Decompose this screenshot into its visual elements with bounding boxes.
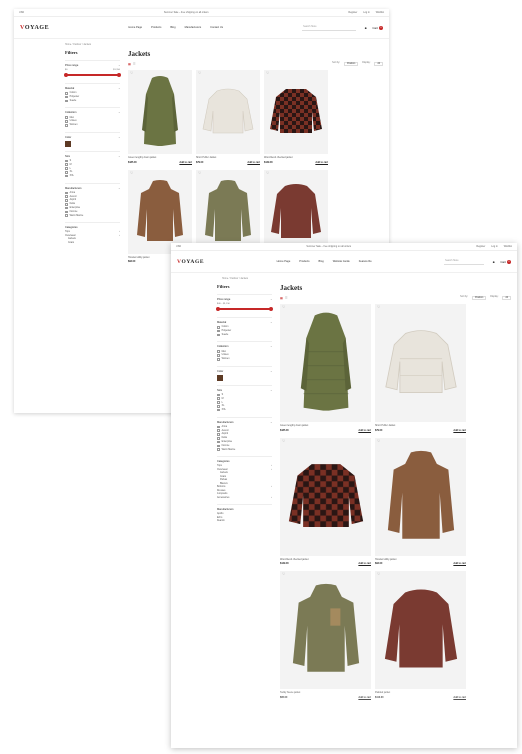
breadcrumb: Home / Outdoor / Jackets	[222, 278, 249, 280]
wishlist-heart-icon[interactable]: ♡	[377, 305, 380, 309]
currency-select[interactable]: USD	[19, 11, 24, 14]
site-header: VOYAGE Home Page Products Blog Manufactu…	[14, 17, 389, 39]
product-card[interactable]: ♡ Green lengthy down jacket $185.00 Add t…	[128, 70, 192, 164]
nav-feature[interactable]: Feature Re	[359, 260, 372, 263]
wishlist-heart-icon[interactable]: ♡	[266, 71, 269, 75]
nav-home[interactable]: Home Page	[128, 26, 142, 29]
account-icon[interactable]: ☻	[364, 26, 367, 30]
list-view-icon[interactable]: ☰	[285, 296, 288, 300]
wishlist-heart-icon[interactable]: ♡	[282, 305, 285, 309]
wishlist-heart-icon[interactable]: ♡	[282, 572, 285, 576]
nav-blog[interactable]: Blog	[319, 260, 324, 263]
register-link[interactable]: Register	[476, 245, 485, 248]
search-input[interactable]: Search Store	[302, 24, 357, 31]
wishlist-heart-icon[interactable]: ♡	[266, 171, 269, 175]
product-listing: Jackets ▦ ☰ Sort by: Position Display: 24 ♡…	[120, 50, 383, 263]
sort-select[interactable]: Position	[344, 62, 359, 66]
product-card[interactable]: ♡ Green lengthy down jacket $185.00 Add t…	[280, 304, 371, 432]
nav-contact[interactable]: Contact Us	[210, 26, 223, 29]
site-logo[interactable]: VOYAGE	[177, 259, 204, 265]
page-title: Jackets	[280, 284, 303, 292]
main-nav: Home Page Products Blog Website Guide Fe…	[204, 260, 444, 263]
display-select[interactable]: 24	[374, 62, 383, 66]
cart-button[interactable]: Cart 0	[500, 259, 511, 264]
login-link[interactable]: Log in	[491, 245, 498, 248]
product-card[interactable]: ♡ Teddy fleece jacket $65.00Add to cart	[280, 571, 371, 699]
promo-text: Summer Sale – free shipping on all order…	[306, 245, 352, 248]
filters-title: Filters	[65, 50, 78, 55]
wishlist-heart-icon[interactable]: ♡	[282, 439, 285, 443]
nav-home[interactable]: Home Page	[277, 260, 291, 263]
page-title: Jackets	[128, 50, 151, 58]
filters-sidebar: Filters Price range − $40 – $1,150 Materi…	[177, 284, 273, 699]
register-link[interactable]: Register	[348, 11, 357, 14]
filters-sidebar: Filters Price range − $0 $1,150 Material − …	[20, 50, 121, 263]
login-link[interactable]: Log in	[363, 11, 370, 14]
wishlist-heart-icon[interactable]: ♡	[198, 71, 201, 75]
wishlist-link[interactable]: Wishlist	[504, 245, 512, 248]
nav-website-guide[interactable]: Website Guide	[333, 260, 350, 263]
currency-select[interactable]: USD	[176, 245, 181, 248]
product-card[interactable]: ♡ Hooded utility jacket $92.00Add to car…	[375, 437, 466, 565]
main-nav: Home Page Products Blog Manufacturers Co…	[49, 26, 302, 29]
front-page-screenshot: USD Summer Sale – free shipping on all o…	[171, 243, 517, 748]
wishlist-heart-icon[interactable]: ♡	[198, 171, 201, 175]
product-card[interactable]: ♡ Short Puffer Jacket $79.00 Add to cart	[196, 70, 260, 164]
color-swatch[interactable]	[217, 374, 223, 381]
product-card[interactable]: ♡ Wool-blend checked jacket $139.00 Add t…	[264, 70, 328, 164]
wishlist-heart-icon[interactable]: ♡	[130, 71, 133, 75]
grid-view-icon[interactable]: ▦	[280, 296, 283, 300]
wishlist-heart-icon[interactable]: ♡	[377, 572, 380, 576]
sort-select[interactable]: Position	[472, 296, 487, 300]
wishlist-link[interactable]: Wishlist	[376, 11, 384, 14]
filters-title: Filters	[217, 284, 230, 289]
display-select[interactable]: 24	[502, 296, 511, 300]
price-slider[interactable]	[64, 73, 121, 77]
nav-blog[interactable]: Blog	[170, 26, 175, 29]
grid-view-icon[interactable]: ▦	[128, 62, 131, 66]
wishlist-heart-icon[interactable]: ♡	[377, 439, 380, 443]
wishlist-heart-icon[interactable]: ♡	[130, 171, 133, 175]
site-logo[interactable]: VOYAGE	[20, 25, 49, 31]
price-slider[interactable]	[216, 307, 273, 311]
nav-products[interactable]: Products	[151, 26, 161, 29]
list-view-icon[interactable]: ☰	[133, 62, 136, 66]
breadcrumb: Home / Outdoor / Jackets	[65, 44, 92, 46]
nav-manufacturers[interactable]: Manufacturers	[185, 26, 202, 29]
product-card[interactable]: ♡ Short Puffer Jacket $79.00 Add to cart	[375, 304, 466, 432]
cart-button[interactable]: Cart 0	[372, 25, 383, 30]
account-icon[interactable]: ☻	[492, 260, 495, 264]
color-swatch[interactable]	[65, 140, 71, 147]
site-header: VOYAGE Home Page Products Blog Website G…	[171, 251, 517, 273]
top-bar: USD Summer Sale – free shipping on all o…	[171, 243, 517, 251]
promo-text: Summer Sale – free shipping on all order…	[163, 11, 209, 14]
product-card[interactable]: ♡ Wool-blend checked jacket $139.00 Add t…	[280, 437, 371, 565]
search-input[interactable]: Search Store	[444, 258, 485, 265]
top-bar: USD Summer Sale – free shipping on all o…	[14, 9, 389, 17]
product-card[interactable]: ♡ Padded jacket $110.00Add to cart	[375, 571, 466, 699]
product-listing: Jackets ▦ ☰ Sort by: Position Display: 24 ♡…	[272, 284, 511, 699]
nav-products[interactable]: Products	[299, 260, 309, 263]
